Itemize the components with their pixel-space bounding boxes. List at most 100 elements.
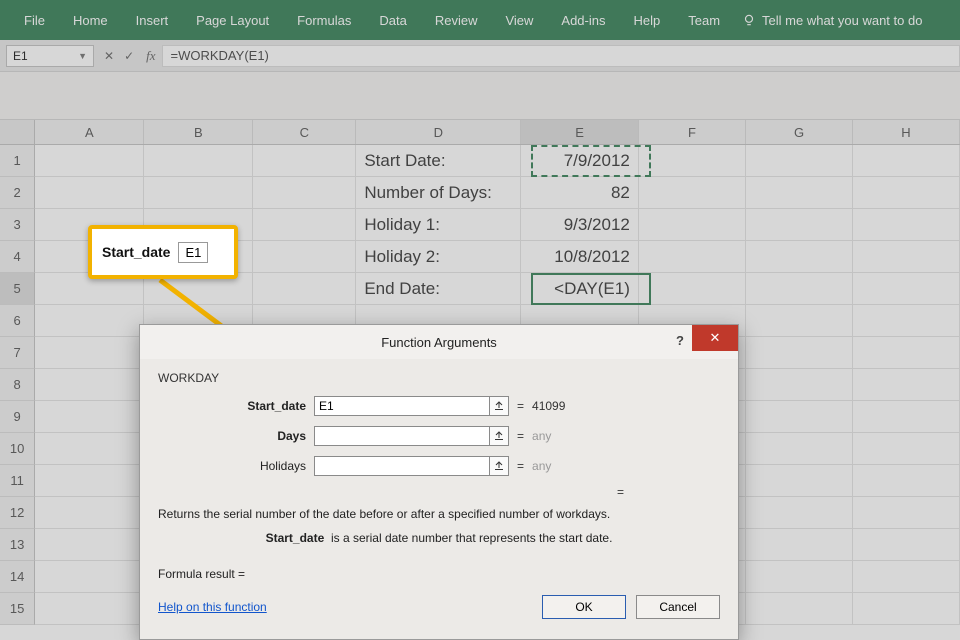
cell-E5[interactable]: <DAY(E1) bbox=[521, 273, 639, 305]
cell-F1[interactable] bbox=[639, 145, 746, 177]
cell-H12[interactable] bbox=[853, 497, 960, 529]
range-select-icon[interactable] bbox=[489, 396, 509, 416]
col-header-B[interactable]: B bbox=[144, 120, 253, 144]
dialog-help-icon[interactable]: ? bbox=[676, 333, 684, 348]
cell-H2[interactable] bbox=[853, 177, 960, 209]
cell-D4[interactable]: Holiday 2: bbox=[356, 241, 521, 273]
cancel-button[interactable]: Cancel bbox=[636, 595, 720, 619]
col-header-D[interactable]: D bbox=[356, 120, 521, 144]
cell-H10[interactable] bbox=[853, 433, 960, 465]
cell-G13[interactable] bbox=[746, 529, 853, 561]
cell-H4[interactable] bbox=[853, 241, 960, 273]
row-header-15[interactable]: 15 bbox=[0, 593, 35, 625]
close-icon[interactable]: ✕ bbox=[692, 325, 738, 351]
row-header-12[interactable]: 12 bbox=[0, 497, 35, 529]
cell-A10[interactable] bbox=[35, 433, 144, 465]
cell-G9[interactable] bbox=[746, 401, 853, 433]
cell-H9[interactable] bbox=[853, 401, 960, 433]
tab-insert[interactable]: Insert bbox=[122, 0, 183, 40]
row-header-2[interactable]: 2 bbox=[0, 177, 35, 209]
cell-C4[interactable] bbox=[253, 241, 356, 273]
tab-home[interactable]: Home bbox=[59, 0, 122, 40]
cell-H13[interactable] bbox=[853, 529, 960, 561]
row-header-13[interactable]: 13 bbox=[0, 529, 35, 561]
cell-A9[interactable] bbox=[35, 401, 144, 433]
tab-addins[interactable]: Add-ins bbox=[547, 0, 619, 40]
arg-input-days[interactable] bbox=[314, 426, 490, 446]
cell-D2[interactable]: Number of Days: bbox=[356, 177, 521, 209]
cell-E1[interactable]: 7/9/2012 bbox=[521, 145, 639, 177]
cell-H11[interactable] bbox=[853, 465, 960, 497]
range-select-icon[interactable] bbox=[489, 456, 509, 476]
cell-H6[interactable] bbox=[853, 305, 960, 337]
cell-G7[interactable] bbox=[746, 337, 853, 369]
cell-G10[interactable] bbox=[746, 433, 853, 465]
cell-F4[interactable] bbox=[639, 241, 746, 273]
cell-A8[interactable] bbox=[35, 369, 144, 401]
cell-A1[interactable] bbox=[35, 145, 144, 177]
cell-E2[interactable]: 82 bbox=[521, 177, 639, 209]
cell-E3[interactable]: 9/3/2012 bbox=[521, 209, 639, 241]
col-header-F[interactable]: F bbox=[639, 120, 746, 144]
formula-enter-icon[interactable]: ✓ bbox=[124, 49, 134, 63]
select-all-corner[interactable] bbox=[0, 120, 35, 144]
cell-G5[interactable] bbox=[746, 273, 853, 305]
cell-H8[interactable] bbox=[853, 369, 960, 401]
cell-A7[interactable] bbox=[35, 337, 144, 369]
formula-input[interactable]: =WORKDAY(E1) bbox=[162, 45, 960, 67]
tab-page-layout[interactable]: Page Layout bbox=[182, 0, 283, 40]
cell-G12[interactable] bbox=[746, 497, 853, 529]
dialog-titlebar[interactable]: Function Arguments ? ✕ bbox=[140, 325, 738, 359]
cell-H5[interactable] bbox=[853, 273, 960, 305]
cell-A6[interactable] bbox=[35, 305, 144, 337]
tab-file[interactable]: File bbox=[10, 0, 59, 40]
cell-H7[interactable] bbox=[853, 337, 960, 369]
cell-G8[interactable] bbox=[746, 369, 853, 401]
cell-H1[interactable] bbox=[853, 145, 960, 177]
cell-A12[interactable] bbox=[35, 497, 144, 529]
cell-C3[interactable] bbox=[253, 209, 356, 241]
arg-input-holidays[interactable] bbox=[314, 456, 490, 476]
cell-G2[interactable] bbox=[746, 177, 853, 209]
row-header-10[interactable]: 10 bbox=[0, 433, 35, 465]
tab-review[interactable]: Review bbox=[421, 0, 492, 40]
formula-cancel-icon[interactable]: ✕ bbox=[104, 49, 114, 63]
cell-D5[interactable]: End Date: bbox=[356, 273, 521, 305]
cell-G14[interactable] bbox=[746, 561, 853, 593]
col-header-E[interactable]: E bbox=[521, 120, 639, 144]
arg-input-start-date[interactable] bbox=[314, 396, 490, 416]
cell-G11[interactable] bbox=[746, 465, 853, 497]
cell-G1[interactable] bbox=[746, 145, 853, 177]
cell-A2[interactable] bbox=[35, 177, 144, 209]
row-header-3[interactable]: 3 bbox=[0, 209, 35, 241]
range-select-icon[interactable] bbox=[489, 426, 509, 446]
cell-D1[interactable]: Start Date: bbox=[356, 145, 521, 177]
cell-F5[interactable] bbox=[639, 273, 746, 305]
cell-G4[interactable] bbox=[746, 241, 853, 273]
cell-F3[interactable] bbox=[639, 209, 746, 241]
row-header-8[interactable]: 8 bbox=[0, 369, 35, 401]
tab-view[interactable]: View bbox=[491, 0, 547, 40]
cell-E4[interactable]: 10/8/2012 bbox=[521, 241, 639, 273]
cell-A15[interactable] bbox=[35, 593, 144, 625]
col-header-G[interactable]: G bbox=[746, 120, 853, 144]
cell-C1[interactable] bbox=[253, 145, 356, 177]
tab-team[interactable]: Team bbox=[674, 0, 734, 40]
row-header-5[interactable]: 5 bbox=[0, 273, 35, 305]
ok-button[interactable]: OK bbox=[542, 595, 626, 619]
row-header-4[interactable]: 4 bbox=[0, 241, 35, 273]
row-header-11[interactable]: 11 bbox=[0, 465, 35, 497]
cell-H3[interactable] bbox=[853, 209, 960, 241]
row-header-1[interactable]: 1 bbox=[0, 145, 35, 177]
cell-G6[interactable] bbox=[746, 305, 853, 337]
cell-F2[interactable] bbox=[639, 177, 746, 209]
fx-icon[interactable]: fx bbox=[140, 48, 161, 64]
cell-H15[interactable] bbox=[853, 593, 960, 625]
cell-A13[interactable] bbox=[35, 529, 144, 561]
tab-help[interactable]: Help bbox=[619, 0, 674, 40]
cell-B2[interactable] bbox=[144, 177, 253, 209]
cell-G15[interactable] bbox=[746, 593, 853, 625]
cell-D3[interactable]: Holiday 1: bbox=[356, 209, 521, 241]
cell-A14[interactable] bbox=[35, 561, 144, 593]
row-header-6[interactable]: 6 bbox=[0, 305, 35, 337]
